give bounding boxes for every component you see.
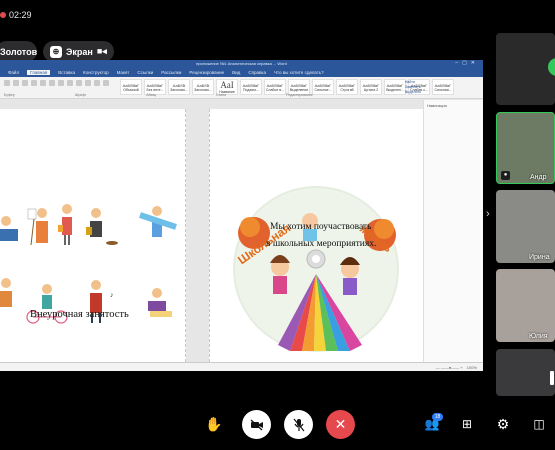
align-center-icon[interactable] — [85, 80, 91, 86]
zoom-slider[interactable]: — ——●—— + — [436, 365, 463, 370]
align-left-icon[interactable] — [76, 80, 82, 86]
participants-count-badge: 18 — [432, 413, 443, 421]
window-controls-icon: –▢✕ — [455, 60, 479, 66]
pin-icon: ⊕ — [50, 45, 62, 58]
presenter-name-pill[interactable]: Золотов — [0, 41, 37, 62]
style-quote[interactable]: АаБбВвГ Цитата 2 — [360, 79, 382, 95]
recording-dot-icon — [0, 12, 6, 18]
chevron-right-icon[interactable]: › — [486, 208, 490, 220]
toggle-mic-button[interactable] — [284, 410, 313, 439]
document-page-left: ♪ — [0, 109, 186, 362]
tab-design[interactable]: Конструктор — [83, 70, 109, 75]
editing-group: Найти Заменить Выделить — [405, 80, 421, 95]
document-page-right: Школьная жизнь — [209, 109, 423, 362]
word-title: приложение №1 Аналитическая справка ... … — [196, 61, 287, 66]
shared-screen: приложение №1 Аналитическая справка ... … — [0, 60, 483, 371]
style-strong[interactable]: АаБбВвГ Строгий — [336, 79, 358, 95]
participant-tile[interactable]: ● Андр — [496, 112, 555, 184]
ribbon-format-buttons — [4, 80, 109, 86]
underline-icon[interactable] — [40, 80, 46, 86]
bullets-icon[interactable] — [58, 80, 64, 86]
word-title-bar: приложение №1 Аналитическая справка ... … — [0, 60, 483, 67]
paste-icon[interactable] — [4, 80, 10, 86]
select-button[interactable]: Выделить — [405, 90, 421, 95]
participant-tile[interactable]: Юлия — [496, 269, 555, 342]
document-area[interactable]: ♪ Школьная жизнь Внеурочная занятость Мы… — [0, 100, 423, 362]
mic-off-icon — [293, 418, 304, 431]
svg-text:♪: ♪ — [110, 292, 114, 299]
musician-illustration — [86, 208, 118, 245]
participant-tile[interactable]: Ирина — [496, 190, 555, 263]
participant-name: Ирина — [529, 254, 550, 261]
gear-icon: ⚙ — [496, 415, 510, 432]
tab-file[interactable]: Файл — [8, 70, 19, 75]
tab-review[interactable]: Рецензирование — [189, 70, 224, 75]
style-intense-reference[interactable]: АаБбВвГ Сильная... — [432, 79, 454, 95]
picture-in-picture-icon: ◫ — [533, 417, 545, 431]
athlete-illustration — [139, 206, 177, 237]
painter-illustration — [27, 208, 48, 246]
participant-tile[interactable] — [496, 33, 555, 105]
navigation-pane: Навигация — [423, 100, 483, 362]
tab-references[interactable]: Ссылки — [137, 70, 153, 75]
camera-icon: ■◂ — [96, 46, 107, 56]
hand-raised-icon — [550, 371, 554, 385]
participant-name: Андр — [530, 174, 547, 181]
leave-call-button[interactable]: ✕ — [326, 410, 355, 439]
style-intense-quote[interactable]: АаБбВвГ Выделен... — [384, 79, 406, 95]
school-life-disc-illustration: Школьная жизнь — [233, 186, 399, 352]
ribbon-group-labels: Буфер Шрифт Абзац Стили Редактирование — [4, 93, 313, 97]
girl-shopping-illustration — [58, 204, 72, 245]
grid-icon: ⊞ — [461, 417, 473, 431]
left-page-caption: Внеурочная занятость — [30, 309, 129, 320]
bold-icon[interactable] — [22, 80, 28, 86]
call-timer-text: 02:29 — [9, 10, 32, 20]
word-status-bar: — ——●—— + 100% — [0, 362, 483, 371]
kids-reading-illustration — [0, 216, 18, 241]
tab-mailings[interactable]: Рассылки — [161, 70, 181, 75]
tab-help[interactable]: Справка — [248, 70, 266, 75]
girl-reading-illustration — [148, 288, 172, 317]
word-ribbon: АаБбВвГ Обычный АаБбВвГ Без инте... АаБбВ З… — [0, 77, 483, 99]
pip-button[interactable]: ◫ — [529, 414, 549, 434]
zoom-level: 100% — [466, 364, 477, 370]
navigation-pane-title: Навигация — [427, 103, 447, 108]
settings-button[interactable]: ⚙ — [493, 414, 513, 434]
line-spacing-icon[interactable] — [94, 80, 100, 86]
mic-icon: ● — [501, 171, 510, 180]
font-color-icon[interactable] — [49, 80, 55, 86]
shading-icon[interactable] — [103, 80, 109, 86]
camera-off-icon — [250, 419, 263, 430]
right-page-line-2: в школьных мероприятиях. — [266, 239, 377, 249]
participant-name: Юлия — [529, 333, 548, 340]
presenter-name: Золотов — [0, 46, 38, 57]
tell-me-box[interactable]: Что вы хотите сделать? — [274, 70, 324, 75]
italic-icon[interactable] — [31, 80, 37, 86]
font-icon[interactable] — [13, 80, 19, 86]
close-icon: ✕ — [334, 416, 347, 432]
active-speaker-icon — [548, 58, 555, 76]
style-intense-emphasis[interactable]: АаБбВвГ Сильное... — [312, 79, 334, 95]
call-timer: 02:29 — [0, 10, 32, 20]
raise-hand-button[interactable]: ✋ — [204, 414, 224, 434]
tab-layout[interactable]: Макет — [117, 70, 130, 75]
word-ribbon-tabs: Файл Главная Вставка Конструктор Макет С… — [0, 67, 483, 77]
screen-share-pill[interactable]: ⊕ Экран ■◂ — [43, 41, 114, 62]
numbering-icon[interactable] — [67, 80, 73, 86]
grid-view-button[interactable]: ⊞ — [457, 414, 477, 434]
hand-icon: ✋ — [205, 415, 223, 432]
participant-tile[interactable] — [496, 349, 555, 396]
tab-home[interactable]: Главная — [27, 69, 51, 75]
screen-share-label: Экран — [66, 46, 93, 57]
guitar-player-illustration — [0, 278, 12, 307]
left-page-illustrations: ♪ — [0, 204, 177, 324]
right-page-line-1: Мы хотим поучаствовать — [270, 222, 372, 232]
tab-view[interactable]: Вид — [232, 70, 240, 75]
toggle-camera-button[interactable] — [242, 410, 271, 439]
tab-insert[interactable]: Вставка — [58, 70, 75, 75]
